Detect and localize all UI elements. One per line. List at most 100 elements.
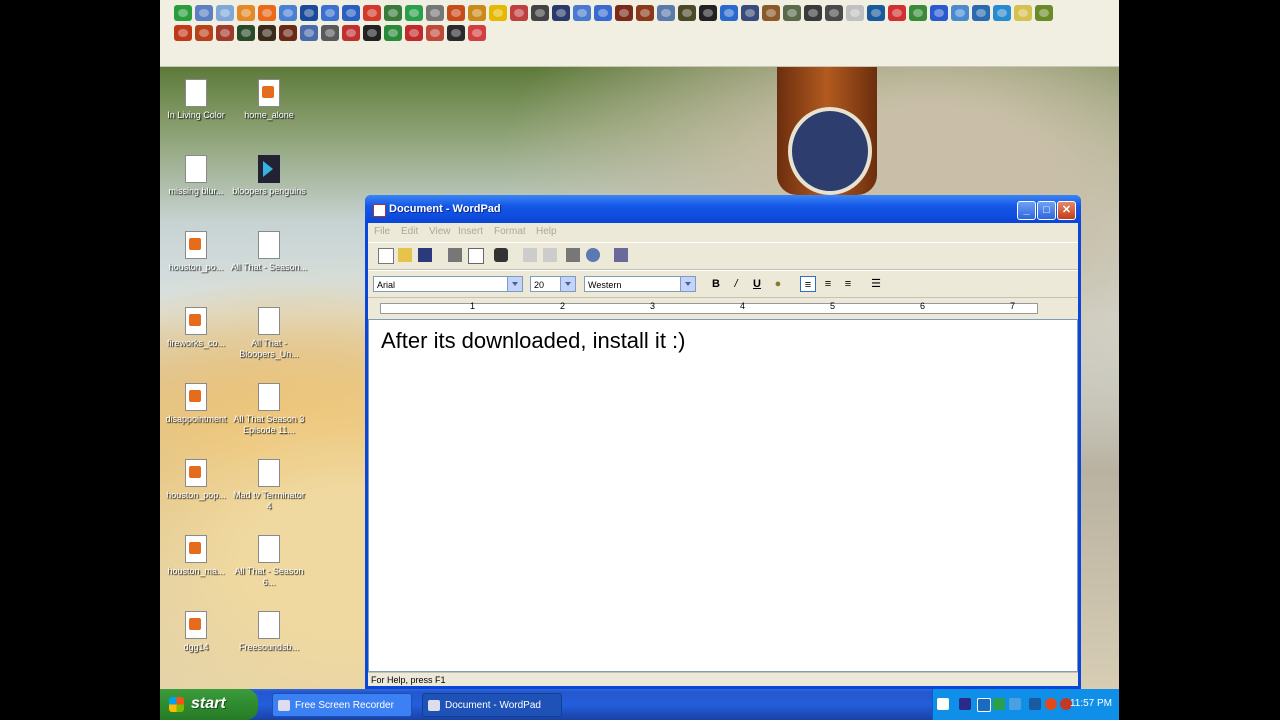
date-time-icon[interactable] xyxy=(614,248,628,262)
quick-launch-app-icon[interactable] xyxy=(573,5,591,21)
quick-launch-app-icon[interactable] xyxy=(468,25,486,41)
bullets-icon[interactable]: ☰ xyxy=(868,276,884,292)
quick-launch-app-icon[interactable] xyxy=(300,25,318,41)
save-icon[interactable] xyxy=(418,248,432,262)
cut-icon[interactable] xyxy=(523,248,537,262)
quick-launch-app-icon[interactable] xyxy=(783,5,801,21)
menu-edit[interactable]: Edit xyxy=(401,226,418,237)
quick-launch-app-icon[interactable] xyxy=(741,5,759,21)
quick-launch-app-icon[interactable] xyxy=(510,5,528,21)
document-area[interactable]: After its downloaded, install it :) xyxy=(368,319,1078,672)
tray-icon[interactable] xyxy=(993,698,1005,710)
desktop-icon[interactable]: disappointment xyxy=(160,383,235,425)
align-center-icon[interactable]: ≡ xyxy=(820,276,836,292)
quick-launch-app-icon[interactable] xyxy=(657,5,675,21)
undo-icon[interactable] xyxy=(586,248,600,262)
quick-launch-app-icon[interactable] xyxy=(321,25,339,41)
quick-launch-app-icon[interactable] xyxy=(867,5,885,21)
quick-launch-app-icon[interactable] xyxy=(636,5,654,21)
quick-launch-app-icon[interactable] xyxy=(237,5,255,21)
color-icon[interactable]: ● xyxy=(770,276,786,292)
bold-button[interactable]: B xyxy=(708,276,724,292)
quick-launch-app-icon[interactable] xyxy=(258,5,276,21)
script-combo[interactable]: Western xyxy=(584,276,696,292)
italic-button[interactable]: / xyxy=(728,276,744,292)
quick-launch-app-icon[interactable] xyxy=(447,5,465,21)
desktop-icon[interactable]: Freesoundsb... xyxy=(230,611,308,653)
desktop-icon[interactable]: bloopers penguins xyxy=(230,155,308,197)
menu-view[interactable]: View xyxy=(429,226,451,237)
quick-launch-app-icon[interactable] xyxy=(993,5,1011,21)
minimize-button[interactable]: _ xyxy=(1017,201,1036,220)
print-preview-icon[interactable] xyxy=(468,248,484,264)
quick-launch-app-icon[interactable] xyxy=(468,5,486,21)
menu-format[interactable]: Format xyxy=(494,226,526,237)
quick-launch-app-icon[interactable] xyxy=(909,5,927,21)
network-icon[interactable] xyxy=(977,698,991,712)
chevron-down-icon[interactable] xyxy=(680,277,695,291)
quick-launch-app-icon[interactable] xyxy=(426,25,444,41)
quick-launch-app-icon[interactable] xyxy=(951,5,969,21)
quick-launch-app-icon[interactable] xyxy=(888,5,906,21)
task-wordpad[interactable]: Document - WordPad xyxy=(422,693,562,717)
quick-launch-app-icon[interactable] xyxy=(174,5,192,21)
desktop-icon[interactable]: All That - Bloopers_Un... xyxy=(230,307,308,360)
menu-help[interactable]: Help xyxy=(536,226,557,237)
quick-launch-app-icon[interactable] xyxy=(405,5,423,21)
quick-launch-app-icon[interactable] xyxy=(174,25,192,41)
desktop-icon[interactable]: fireworks_co... xyxy=(160,307,235,349)
quick-launch-app-icon[interactable] xyxy=(699,5,717,21)
start-button[interactable]: start xyxy=(160,689,258,720)
menu-insert[interactable]: Insert xyxy=(458,226,483,237)
quick-launch-app-icon[interactable] xyxy=(678,5,696,21)
task-free-screen-recorder[interactable]: Free Screen Recorder xyxy=(272,693,412,717)
maximize-button[interactable]: □ xyxy=(1037,201,1056,220)
quick-launch-app-icon[interactable] xyxy=(531,5,549,21)
quick-launch-app-icon[interactable] xyxy=(279,25,297,41)
copy-icon[interactable] xyxy=(543,248,557,262)
open-icon[interactable] xyxy=(398,248,412,262)
chevron-down-icon[interactable] xyxy=(507,277,522,291)
title-bar[interactable]: Document - WordPad _ □ ✕ xyxy=(365,195,1081,223)
align-left-icon[interactable]: ≡ xyxy=(800,276,816,292)
quick-launch-app-icon[interactable] xyxy=(300,5,318,21)
quick-launch-app-icon[interactable] xyxy=(195,5,213,21)
quick-launch-app-icon[interactable] xyxy=(321,5,339,21)
desktop-icon[interactable]: All That - Season 6... xyxy=(230,535,308,588)
help-tray-icon[interactable] xyxy=(937,698,949,710)
quick-launch-app-icon[interactable] xyxy=(1014,5,1032,21)
quick-launch-app-icon[interactable] xyxy=(405,25,423,41)
quick-launch-app-icon[interactable] xyxy=(825,5,843,21)
ruler[interactable]: 1 2 3 4 5 6 7 xyxy=(368,298,1078,318)
quick-launch-app-icon[interactable] xyxy=(237,25,255,41)
desktop-icon[interactable]: In Living Color xyxy=(160,79,235,121)
desktop-icon[interactable]: houston_po... xyxy=(160,231,235,273)
tray-icon[interactable] xyxy=(1045,698,1057,710)
quick-launch-app-icon[interactable] xyxy=(846,5,864,21)
font-size-combo[interactable]: 20 xyxy=(530,276,576,292)
tray-icon[interactable] xyxy=(1029,698,1041,710)
menu-file[interactable]: File xyxy=(374,226,390,237)
paste-icon[interactable] xyxy=(566,248,580,262)
find-icon[interactable] xyxy=(494,248,508,262)
quick-launch-app-icon[interactable] xyxy=(804,5,822,21)
desktop-icon[interactable]: home_alone xyxy=(230,79,308,121)
align-right-icon[interactable]: ≡ xyxy=(840,276,856,292)
quick-launch-app-icon[interactable] xyxy=(720,5,738,21)
quick-launch-app-icon[interactable] xyxy=(216,5,234,21)
quick-launch-app-icon[interactable] xyxy=(426,5,444,21)
tray-icon[interactable] xyxy=(959,698,971,710)
quick-launch-app-icon[interactable] xyxy=(363,25,381,41)
quick-launch-app-icon[interactable] xyxy=(279,5,297,21)
desktop-icon[interactable]: Mad tv Terminator 4 xyxy=(230,459,308,512)
chevron-down-icon[interactable] xyxy=(560,277,575,291)
desktop-icon[interactable]: missing blur... xyxy=(160,155,235,197)
quick-launch-app-icon[interactable] xyxy=(489,5,507,21)
quick-launch-app-icon[interactable] xyxy=(615,5,633,21)
desktop-icon[interactable]: houston_ma... xyxy=(160,535,235,577)
quick-launch-app-icon[interactable] xyxy=(972,5,990,21)
quick-launch-app-icon[interactable] xyxy=(216,25,234,41)
quick-launch-app-icon[interactable] xyxy=(1035,5,1053,21)
quick-launch-app-icon[interactable] xyxy=(195,25,213,41)
quick-launch-app-icon[interactable] xyxy=(552,5,570,21)
